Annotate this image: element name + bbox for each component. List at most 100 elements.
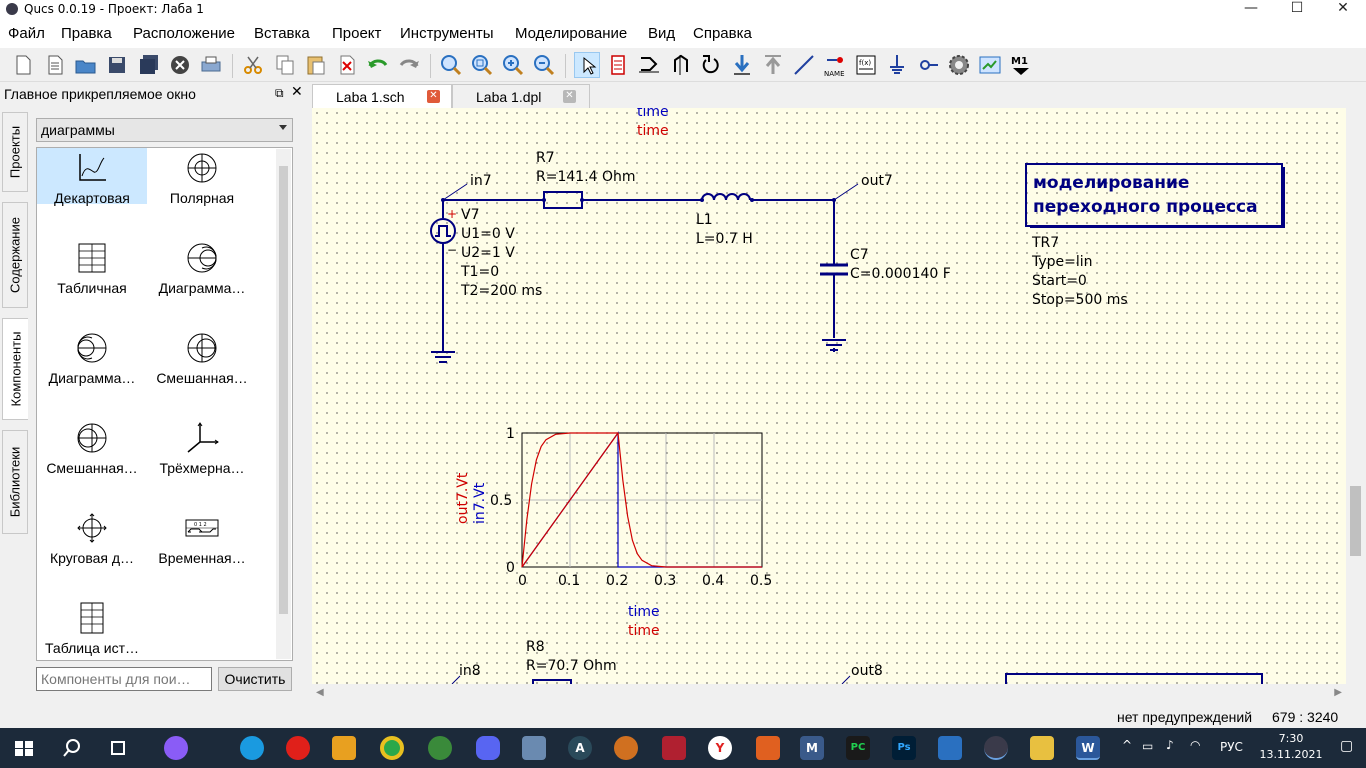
- tab-components[interactable]: Компоненты: [2, 318, 28, 420]
- discord-icon[interactable]: [476, 736, 500, 760]
- tab-close-icon[interactable]: ✕: [563, 90, 576, 103]
- inductor-l1[interactable]: [701, 193, 751, 201]
- rotate-icon[interactable]: [698, 52, 724, 78]
- open-folder-icon[interactable]: [73, 52, 99, 78]
- settings-app-icon[interactable]: [522, 736, 546, 760]
- select-pointer-icon[interactable]: [574, 52, 600, 78]
- source-v7-param-u2[interactable]: U2=1 V: [461, 245, 515, 261]
- close-doc-icon[interactable]: [167, 52, 193, 78]
- tab-libraries[interactable]: Библиотеки: [2, 430, 28, 534]
- edge-browser-icon[interactable]: [240, 736, 264, 760]
- new-file-icon[interactable]: [10, 52, 36, 78]
- media-player-icon[interactable]: [938, 736, 962, 760]
- download-manager-icon[interactable]: [428, 736, 452, 760]
- zoom-in-icon[interactable]: [500, 52, 526, 78]
- qucs-taskbar-icon[interactable]: [984, 736, 1008, 760]
- simulate-gear-icon[interactable]: [946, 52, 972, 78]
- capacitor-c7-value[interactable]: C=0.000140 F: [850, 266, 951, 282]
- component-3d-cartesian[interactable]: Трёхмерна…: [147, 418, 257, 502]
- cartesian-diagram[interactable]: 0 0.1 0.2 0.3 0.4 0.5 0 0.5 1 time time out7.Vt…: [455, 426, 772, 639]
- node-label-out8[interactable]: out8: [851, 663, 883, 679]
- clock-time[interactable]: 7:30: [1268, 732, 1314, 745]
- clear-search-button[interactable]: Очистить: [218, 667, 292, 691]
- category-select[interactable]: диаграммы: [36, 118, 293, 142]
- volume-icon[interactable]: ♪: [1166, 738, 1174, 752]
- menu-file[interactable]: Файл: [8, 25, 45, 42]
- menu-help[interactable]: Справка: [693, 25, 752, 42]
- copy-icon[interactable]: [272, 52, 298, 78]
- component-locus-curve[interactable]: Круговая д…: [37, 508, 147, 592]
- component-admittance-smith[interactable]: Диаграмма…: [37, 328, 147, 412]
- schematic-canvas[interactable]: time time + − in7 out7 R7 R=141.4 Ohm L1…: [312, 108, 1346, 684]
- resistor-r7[interactable]: [543, 191, 583, 209]
- menu-insert[interactable]: Вставка: [254, 25, 310, 42]
- component-search-input[interactable]: [36, 667, 212, 691]
- input-language[interactable]: РУС: [1220, 740, 1243, 754]
- task-view-icon[interactable]: [106, 736, 130, 760]
- cube-app-icon[interactable]: [662, 736, 686, 760]
- undo-icon[interactable]: [365, 52, 391, 78]
- component-list-scrollbar[interactable]: [276, 149, 291, 659]
- dock-close-icon[interactable]: ✕: [291, 84, 303, 100]
- transient-sim-name[interactable]: TR7: [1031, 235, 1059, 251]
- cut-icon[interactable]: [240, 52, 266, 78]
- source-v7-param-u1[interactable]: U1=0 V: [461, 226, 515, 242]
- redo-icon[interactable]: [396, 52, 422, 78]
- notifications-icon[interactable]: ▢: [1340, 738, 1353, 754]
- scroll-right-icon[interactable]: ▶: [1334, 687, 1342, 698]
- tray-chevron-up-icon[interactable]: ^: [1122, 738, 1132, 752]
- canvas-vertical-scrollbar[interactable]: [1346, 108, 1364, 684]
- windows-start-icon[interactable]: [12, 736, 36, 760]
- yandex-browser-icon[interactable]: Y: [708, 736, 732, 760]
- save-all-icon[interactable]: [136, 52, 162, 78]
- capacitor-c7[interactable]: [820, 238, 848, 278]
- maximize-button[interactable]: ☐: [1274, 0, 1320, 20]
- menu-edit[interactable]: Правка: [61, 25, 112, 42]
- word-icon[interactable]: W: [1076, 736, 1100, 760]
- tab-contents[interactable]: Содержание: [2, 202, 28, 308]
- alice-assistant-icon[interactable]: [164, 736, 188, 760]
- node-label-in8[interactable]: in8: [459, 663, 481, 679]
- transient-sim-start[interactable]: Start=0: [1032, 273, 1087, 289]
- chrome-browser-icon[interactable]: [380, 736, 404, 760]
- source-v7-param-t1[interactable]: T1=0: [460, 264, 499, 280]
- component-timing-diagram[interactable]: 0 1 2 Временная…: [147, 508, 257, 592]
- new-text-icon[interactable]: [42, 52, 68, 78]
- matlab-icon[interactable]: [756, 736, 780, 760]
- canvas-horizontal-scrollbar[interactable]: ◀ ▶: [312, 684, 1346, 702]
- pycharm-icon[interactable]: PC: [846, 736, 870, 760]
- component-tabular[interactable]: Табличная: [37, 238, 147, 322]
- photoshop-icon[interactable]: Ps: [892, 736, 916, 760]
- ground-icon[interactable]: [884, 52, 910, 78]
- resistor-r7-value[interactable]: R=141.4 Ohm: [536, 169, 636, 185]
- menu-project[interactable]: Проект: [332, 25, 381, 42]
- component-truth-table[interactable]: Таблица ист…: [37, 598, 147, 660]
- component-cartesian[interactable]: Декартовая: [37, 148, 147, 206]
- paste-icon[interactable]: [303, 52, 329, 78]
- scroll-left-icon[interactable]: ◀: [316, 687, 324, 698]
- opera-browser-icon[interactable]: [286, 736, 310, 760]
- save-icon[interactable]: [104, 52, 130, 78]
- marker-icon[interactable]: M1: [1008, 52, 1034, 78]
- go-out-subcircuit-icon[interactable]: [760, 52, 786, 78]
- source-v7-param-t2[interactable]: T2=200 ms: [460, 283, 542, 299]
- zoom-selection-icon[interactable]: [469, 52, 495, 78]
- menu-positioning[interactable]: Расположение: [133, 25, 235, 42]
- print-icon[interactable]: [198, 52, 224, 78]
- app-icon-generic[interactable]: [332, 736, 356, 760]
- tab-laba1-dpl[interactable]: Laba 1.dpl ✕: [452, 84, 590, 108]
- menu-tools[interactable]: Инструменты: [400, 25, 494, 42]
- component-smith-polar[interactable]: Смешанная…: [37, 418, 147, 502]
- node-label-out7[interactable]: out7: [861, 173, 893, 189]
- mirror-y-icon[interactable]: [667, 52, 693, 78]
- equation-icon[interactable]: f(x): [853, 52, 879, 78]
- delete-icon[interactable]: [334, 52, 360, 78]
- port-icon[interactable]: [915, 52, 941, 78]
- paint-app-icon[interactable]: [614, 736, 638, 760]
- clock-date[interactable]: 13.11.2021: [1256, 748, 1326, 761]
- transient-sim-type[interactable]: Type=lin: [1031, 254, 1093, 270]
- close-button[interactable]: ✕: [1320, 0, 1366, 20]
- battery-icon[interactable]: ▭: [1142, 739, 1153, 753]
- node-label-in7[interactable]: in7: [470, 173, 492, 189]
- component-polar-smith[interactable]: Смешанная…: [147, 328, 257, 412]
